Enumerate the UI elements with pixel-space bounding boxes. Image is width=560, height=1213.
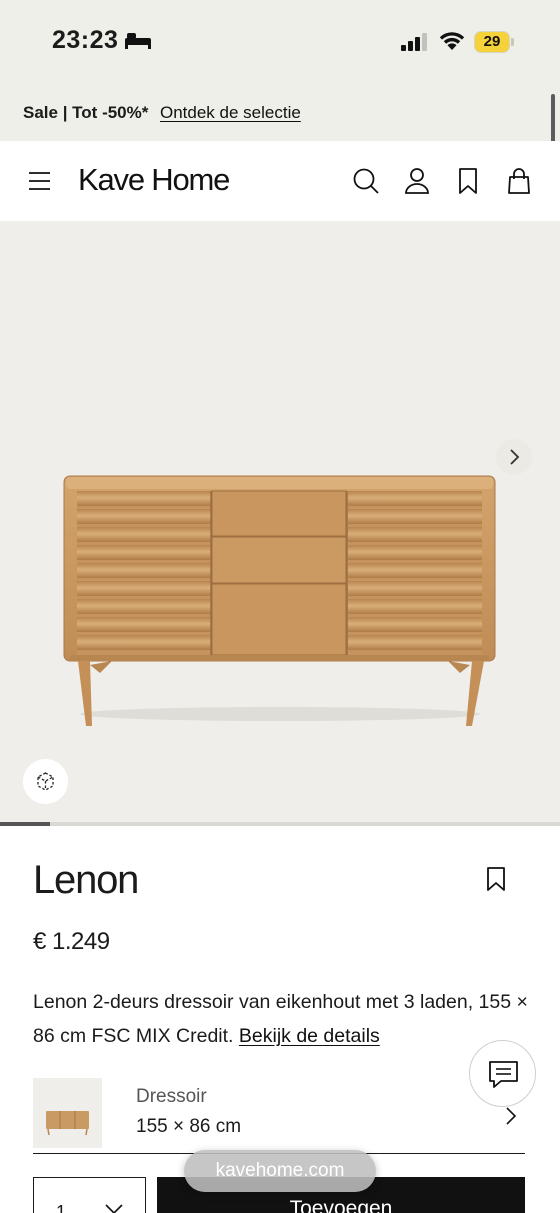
status-bar: 23:23 29 bbox=[0, 0, 560, 84]
details-link[interactable]: Bekijk de details bbox=[239, 1025, 380, 1047]
product-price: € 1.249 bbox=[33, 928, 110, 955]
quantity-value: 1 bbox=[56, 1202, 67, 1213]
battery-icon: 29 bbox=[474, 31, 514, 53]
variant-size: 155 × 86 cm bbox=[136, 1116, 242, 1137]
variant-type: Dressoir bbox=[136, 1086, 207, 1107]
search-icon[interactable] bbox=[352, 167, 380, 195]
gallery-progress bbox=[0, 822, 560, 826]
wishlist-icon[interactable] bbox=[458, 167, 478, 195]
battery-level: 29 bbox=[483, 33, 501, 50]
gallery-progress-fill bbox=[0, 822, 51, 826]
browser-address-bar[interactable]: kavehome.com bbox=[184, 1150, 376, 1192]
cellular-signal-icon bbox=[401, 33, 427, 51]
chevron-down-icon bbox=[105, 1204, 123, 1213]
product-description: Lenon 2-deurs dressoir van eikenhout met… bbox=[33, 985, 528, 1053]
brand-logo[interactable]: Kave Home bbox=[78, 162, 230, 198]
promo-banner: Sale | Tot -50%* Ontdek de selectie bbox=[0, 84, 560, 141]
menu-icon[interactable] bbox=[28, 171, 52, 191]
view-3d-icon bbox=[37, 772, 54, 791]
account-icon[interactable] bbox=[404, 167, 430, 195]
variant-selector[interactable]: Dressoir 155 × 86 cm bbox=[33, 1078, 525, 1154]
status-time: 23:23 bbox=[52, 26, 119, 54]
wishlist-add-icon[interactable] bbox=[485, 866, 507, 892]
chevron-right-icon bbox=[506, 1107, 517, 1125]
variant-thumbnail bbox=[33, 1078, 102, 1148]
product-image bbox=[63, 475, 496, 726]
chevron-right-icon bbox=[510, 449, 520, 465]
product-title: Lenon bbox=[33, 858, 139, 902]
battery-cap bbox=[511, 38, 514, 46]
sleep-mode-icon bbox=[125, 33, 151, 49]
promo-sale-text: Sale | Tot -50%* bbox=[23, 103, 149, 122]
cart-icon[interactable] bbox=[507, 167, 531, 195]
wifi-icon bbox=[439, 32, 465, 50]
variant-thumbnail-image bbox=[46, 1111, 89, 1136]
product-image-gallery[interactable] bbox=[0, 221, 560, 825]
browser-url: kavehome.com bbox=[215, 1160, 345, 1181]
gallery-next-button[interactable] bbox=[496, 439, 532, 475]
site-header: Kave Home bbox=[0, 141, 560, 221]
promo-link[interactable]: Ontdek de selectie bbox=[160, 103, 301, 123]
quantity-select[interactable]: 1 bbox=[33, 1177, 146, 1213]
view-3d-button[interactable] bbox=[23, 759, 68, 804]
